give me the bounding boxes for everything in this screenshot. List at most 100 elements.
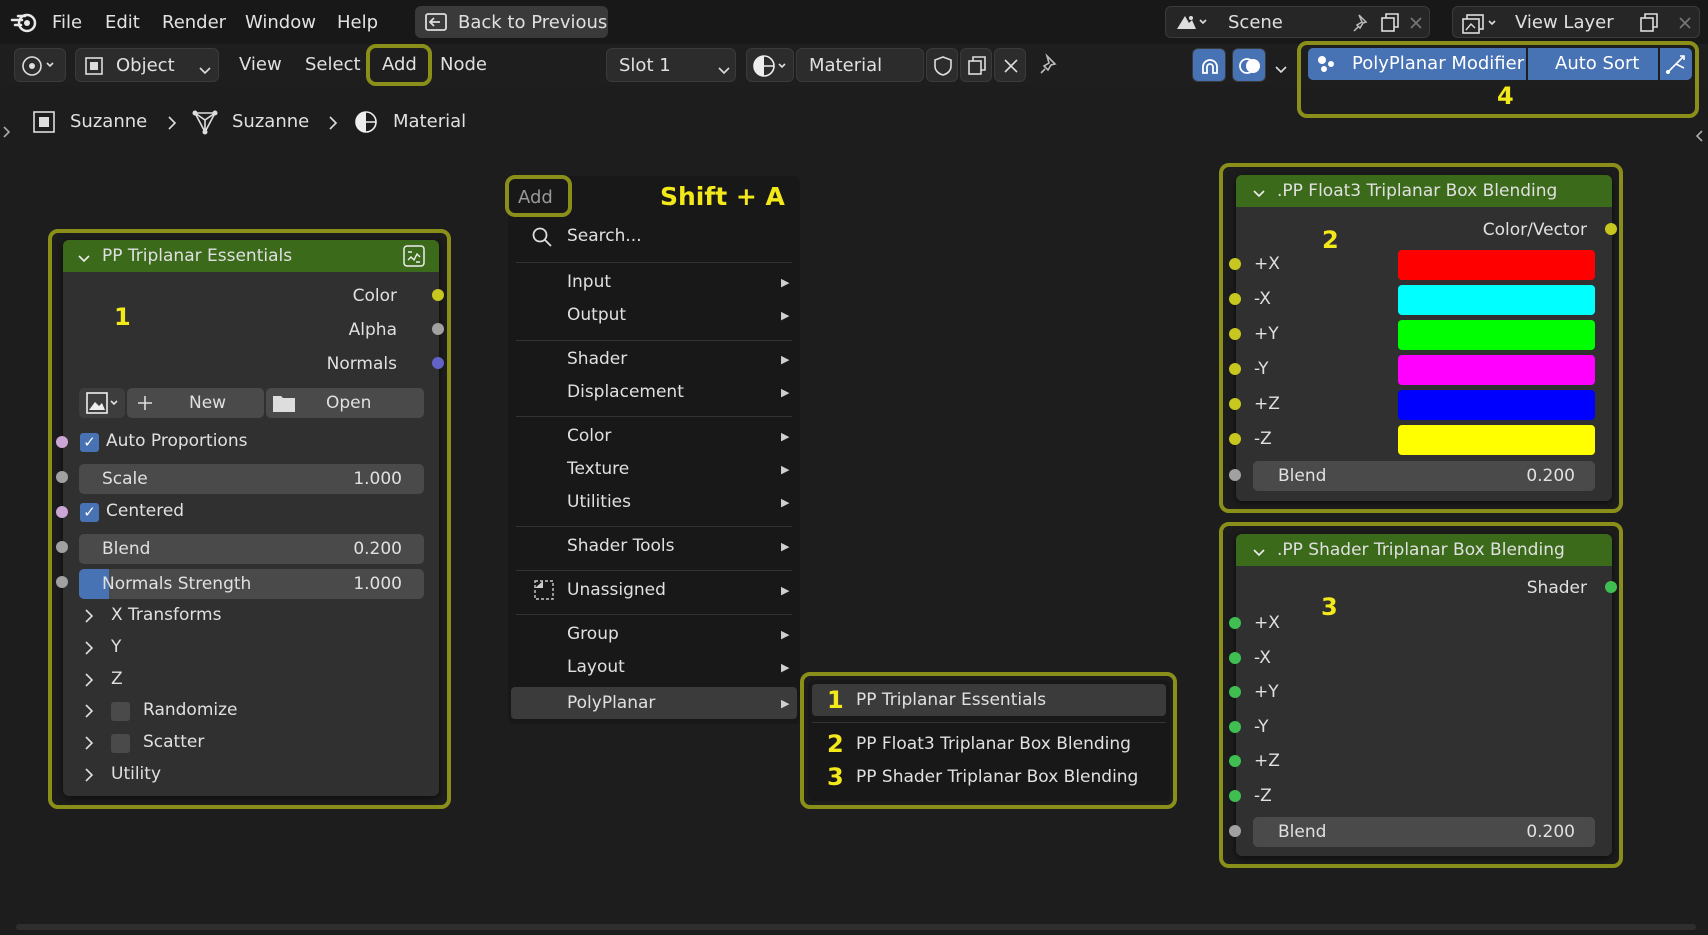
scale-field[interactable]: Scale 1.000 — [79, 464, 424, 494]
node3-header[interactable]: .PP Shader Triplanar Box Blending — [1236, 534, 1612, 566]
blender-logo-icon[interactable] — [10, 10, 38, 34]
search-row[interactable]: Search... — [516, 219, 792, 255]
back-to-previous-button[interactable]: Back to Previous — [415, 6, 608, 38]
panel-x-transforms[interactable]: X Transforms — [111, 605, 221, 625]
expand-chevron-icon[interactable] — [83, 608, 95, 624]
node2-header[interactable]: .PP Float3 Triplanar Box Blending — [1236, 175, 1612, 207]
node-menu[interactable]: Node — [440, 54, 487, 75]
expand-chevron-icon[interactable] — [83, 672, 95, 688]
scene-selector[interactable]: Scene — [1165, 6, 1430, 38]
pin-material-icon[interactable] — [1038, 53, 1062, 77]
scatter-checkbox[interactable] — [111, 734, 130, 753]
color-swatch-nx[interactable] — [1398, 285, 1595, 315]
unlink-material-button[interactable] — [994, 48, 1026, 82]
horizontal-scrollbar[interactable] — [16, 924, 1696, 930]
output-normals-socket[interactable] — [432, 357, 444, 369]
menu-item-layout[interactable]: Layout ▶ — [516, 653, 792, 681]
randomize-checkbox[interactable] — [111, 702, 130, 721]
menu-edit[interactable]: Edit — [105, 12, 140, 33]
color-swatch-px[interactable] — [1398, 250, 1595, 280]
menu-item-input[interactable]: Input ▶ — [516, 268, 792, 296]
menu-item-utilities[interactable]: Utilities ▶ — [516, 488, 792, 516]
expand-chevron-icon[interactable] — [83, 767, 95, 783]
menu-item-color[interactable]: Color ▶ — [516, 422, 792, 450]
polyplanar-modifier-button[interactable]: PolyPlanar Modifier — [1308, 48, 1526, 80]
menu-item-polyplanar[interactable]: PolyPlanar ▶ — [511, 687, 797, 719]
node1-header[interactable]: PP Triplanar Essentials — [63, 240, 439, 272]
snap-toggle[interactable] — [1192, 48, 1226, 82]
node-float3-triplanar-box-blending[interactable]: .PP Float3 Triplanar Box Blending 2 Colo… — [1229, 175, 1617, 501]
overlay-toggle[interactable] — [1232, 48, 1266, 82]
expand-chevron-icon[interactable] — [83, 640, 95, 656]
collapse-chevron-icon[interactable] — [77, 250, 91, 263]
normals-strength-field[interactable]: Normals Strength 1.000 — [79, 569, 424, 599]
slot-dropdown[interactable]: Slot 1 — [606, 48, 736, 82]
color-swatch-pz[interactable] — [1398, 390, 1595, 420]
input-socket-ny[interactable] — [1229, 721, 1241, 733]
color-swatch-ny[interactable] — [1398, 355, 1595, 385]
duplicate-material-button[interactable] — [960, 48, 992, 82]
view-menu[interactable]: View — [239, 54, 282, 75]
select-menu[interactable]: Select — [305, 54, 361, 75]
menu-item-shader-tools[interactable]: Shader Tools ▶ — [516, 532, 792, 560]
new-image-button[interactable]: New — [127, 388, 264, 418]
input-socket-pz[interactable] — [1229, 398, 1241, 410]
menu-item-output[interactable]: Output ▶ — [516, 301, 792, 329]
panel-scatter[interactable]: Scatter — [143, 732, 204, 752]
panel-randomize[interactable]: Randomize — [143, 700, 238, 720]
input-socket-nz[interactable] — [1229, 790, 1241, 802]
scale-socket[interactable] — [56, 471, 68, 483]
node-group-icon[interactable] — [402, 245, 426, 267]
object-mode-dropdown[interactable]: Object — [75, 48, 219, 82]
input-socket-nz[interactable] — [1229, 433, 1241, 445]
duplicate-scene-icon[interactable] — [1378, 11, 1402, 35]
auto-proportions-checkbox[interactable]: ✓ — [80, 433, 99, 452]
auto-sort-button[interactable]: Auto Sort — [1528, 48, 1658, 80]
node-pp-triplanar-essentials[interactable]: PP Triplanar Essentials 1 Color Alpha No… — [56, 240, 444, 796]
input-socket-px[interactable] — [1229, 258, 1241, 270]
color-swatch-py[interactable] — [1398, 320, 1595, 350]
right-panel-arrow-icon[interactable] — [1694, 128, 1704, 142]
material-browse-button[interactable] — [746, 48, 794, 82]
material-name-field[interactable]: Material — [796, 48, 924, 82]
blend-socket[interactable] — [1229, 469, 1241, 481]
overlay-chevron-icon[interactable] — [1274, 60, 1288, 74]
blend-field[interactable]: Blend 0.200 — [1253, 461, 1595, 491]
image-browse-button[interactable] — [79, 388, 125, 418]
centered-checkbox[interactable]: ✓ — [80, 503, 99, 522]
blend-socket[interactable] — [1229, 825, 1241, 837]
output-color-socket[interactable] — [432, 289, 444, 301]
submenu-item-essentials[interactable]: 1 PP Triplanar Essentials — [812, 684, 1166, 716]
editor-type-button[interactable] — [14, 48, 66, 82]
pin-icon[interactable] — [1351, 12, 1373, 34]
node-shader-triplanar-box-blending[interactable]: .PP Shader Triplanar Box Blending 3 Shad… — [1229, 534, 1617, 856]
collapse-chevron-icon[interactable] — [1252, 185, 1266, 198]
submenu-item-shader[interactable]: 3 PP Shader Triplanar Box Blending — [812, 761, 1166, 793]
expand-chevron-icon[interactable] — [83, 735, 95, 751]
view-layer-selector[interactable]: View Layer — [1452, 6, 1700, 38]
blend-field[interactable]: Blend 0.200 — [79, 534, 424, 564]
panel-y[interactable]: Y — [111, 637, 121, 657]
menu-item-displacement[interactable]: Displacement ▶ — [516, 378, 792, 406]
close-view-layer-icon[interactable] — [1675, 13, 1695, 33]
close-scene-icon[interactable] — [1406, 13, 1426, 33]
centered-socket[interactable] — [56, 506, 68, 518]
panel-utility[interactable]: Utility — [111, 764, 161, 784]
blend-socket[interactable] — [56, 541, 68, 553]
menu-window[interactable]: Window — [245, 12, 316, 33]
fake-user-button[interactable] — [926, 48, 958, 82]
menu-item-unassigned[interactable]: Unassigned ▶ — [516, 576, 792, 604]
input-socket-nx[interactable] — [1229, 293, 1241, 305]
menu-item-texture[interactable]: Texture ▶ — [516, 455, 792, 483]
input-socket-py[interactable] — [1229, 328, 1241, 340]
input-socket-nx[interactable] — [1229, 652, 1241, 664]
auto-sort-options-button[interactable] — [1660, 48, 1692, 80]
left-panel-arrow-icon[interactable] — [2, 124, 12, 138]
output-shader-socket[interactable] — [1605, 581, 1617, 593]
panel-z[interactable]: Z — [111, 669, 123, 689]
normals-strength-socket[interactable] — [56, 576, 68, 588]
input-socket-ny[interactable] — [1229, 363, 1241, 375]
menu-item-group[interactable]: Group ▶ — [516, 620, 792, 648]
submenu-item-float3[interactable]: 2 PP Float3 Triplanar Box Blending — [812, 728, 1166, 760]
blend-field[interactable]: Blend 0.200 — [1253, 817, 1595, 847]
